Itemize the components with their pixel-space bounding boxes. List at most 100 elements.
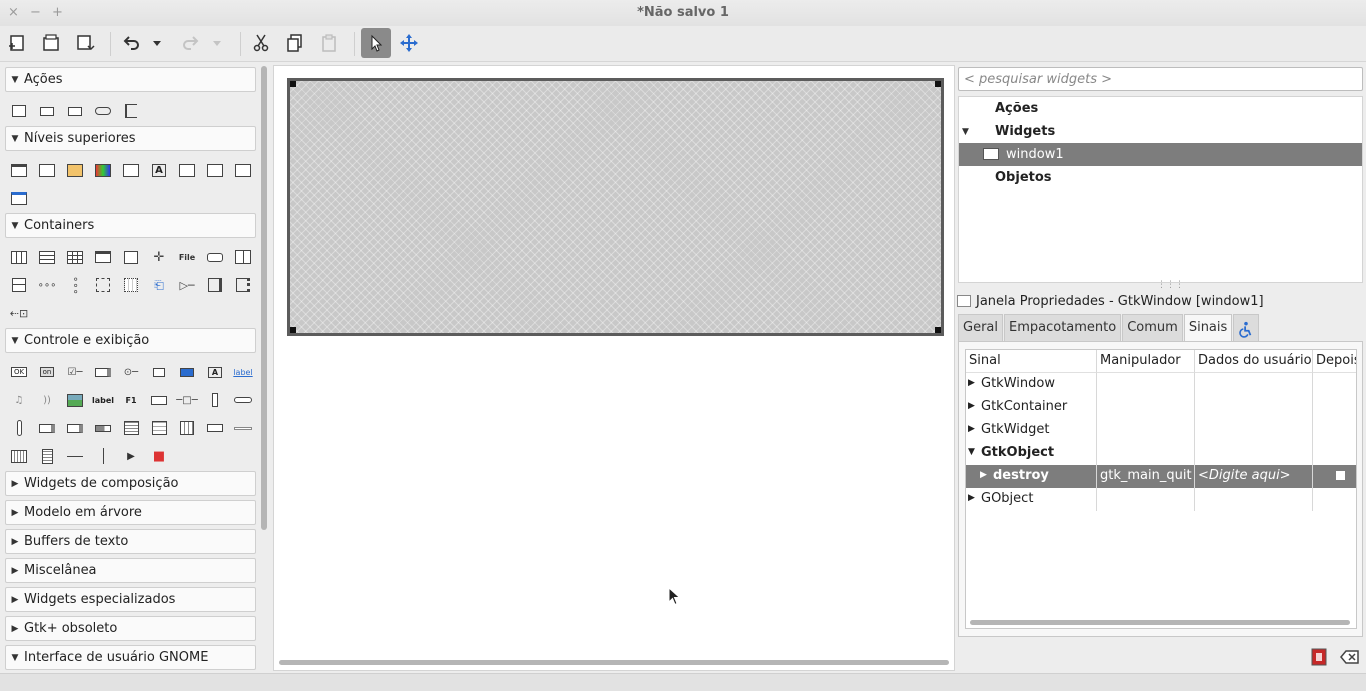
file-chooser-widget-icon[interactable]: File (176, 247, 198, 267)
signal-row-selected[interactable]: ▶ destroy gtk_main_quit <Digite aqui> (966, 465, 1356, 488)
image-widget-icon[interactable] (64, 390, 86, 410)
undo-history-button[interactable] (147, 29, 167, 57)
combo-box-entry-icon[interactable] (64, 418, 86, 438)
palette-group-containers[interactable]: ▼ Containers (5, 213, 256, 238)
tree-item-widgets[interactable]: ▼ Widgets (959, 120, 1362, 143)
fixed-icon[interactable]: ✛ (148, 247, 170, 267)
window1-canvas[interactable] (287, 78, 944, 336)
frame-icon[interactable] (120, 247, 142, 267)
tab-geral[interactable]: Geral (958, 314, 1003, 342)
icon-view-icon[interactable] (176, 418, 198, 438)
button-box-icon[interactable] (204, 247, 226, 267)
recent-action-icon[interactable] (92, 101, 114, 121)
signals-horizontal-scrollbar[interactable] (970, 620, 1350, 625)
signal-row[interactable]: ▶ GtkContainer (966, 396, 1356, 419)
file-chooser-dialog-icon[interactable] (120, 160, 142, 180)
open-button[interactable] (37, 29, 65, 57)
expander-icon[interactable]: ▶ (968, 401, 975, 411)
redo-button[interactable] (177, 29, 205, 57)
signal-row[interactable]: ▶ GObject (966, 488, 1356, 511)
new-button[interactable] (3, 29, 31, 57)
action-group-icon[interactable] (120, 101, 142, 121)
window-widget-icon[interactable] (8, 160, 30, 180)
widget-search-input[interactable]: < pesquisar widgets > (958, 67, 1363, 91)
combo-widget-icon[interactable] (204, 418, 226, 438)
font-dialog-icon[interactable]: A (148, 160, 170, 180)
delete-widget-button[interactable] (1307, 645, 1331, 669)
tree-item-acoes[interactable]: Ações (959, 97, 1362, 120)
color-dialog-icon[interactable] (92, 160, 114, 180)
action-icon[interactable] (8, 101, 30, 121)
hseparator-dots-icon[interactable]: ∘∘∘ (36, 275, 58, 295)
expander-icon[interactable]: ▼ (968, 447, 975, 457)
font-button-icon[interactable]: A (204, 362, 226, 382)
hseparator-line-icon[interactable] (64, 446, 86, 466)
drag-resize-button[interactable] (395, 29, 423, 57)
calendar-icon[interactable] (8, 446, 30, 466)
redo-history-button[interactable] (207, 29, 227, 57)
handler-cell[interactable]: gtk_main_quit (1097, 465, 1195, 488)
event-box-icon[interactable] (232, 275, 254, 295)
undo-button[interactable] (117, 29, 145, 57)
layout-icon[interactable] (120, 275, 142, 295)
hseparator-icon[interactable] (232, 418, 254, 438)
message-dialog-icon[interactable] (204, 160, 226, 180)
about-dialog-icon[interactable] (64, 160, 86, 180)
viewport-icon[interactable] (92, 275, 114, 295)
scale-button-icon[interactable]: ♫ (8, 390, 30, 410)
palette-group-widgets-especializados[interactable]: ▶ Widgets especializados (5, 587, 256, 612)
table-container-icon[interactable] (64, 247, 86, 267)
volume-button-icon[interactable]: )) (36, 390, 58, 410)
column-header-depois[interactable]: Depois (1313, 350, 1356, 373)
column-header-manipulador[interactable]: Manipulador (1097, 350, 1195, 373)
expander-container-icon[interactable]: ▷─ (176, 275, 198, 295)
select-mode-button[interactable] (361, 28, 391, 58)
scrolled-window-icon[interactable] (204, 275, 226, 295)
paste-button[interactable] (315, 29, 343, 57)
tab-sinais[interactable]: Sinais (1183, 314, 1233, 342)
tab-empacotamento[interactable]: Empacotamento (1004, 314, 1122, 342)
file-chooser-button-icon[interactable] (148, 362, 170, 382)
palette-group-gtk-obsoleto[interactable]: ▶ Gtk+ obsoleto (5, 616, 256, 641)
dialog-widget-icon[interactable] (36, 160, 58, 180)
notebook-icon[interactable] (92, 247, 114, 267)
vscale-icon[interactable] (204, 390, 226, 410)
signal-row[interactable]: ▶ GtkWindow (966, 373, 1356, 396)
user-data-cell[interactable]: <Digite aqui> (1195, 465, 1313, 488)
cut-button[interactable] (247, 29, 275, 57)
vseparator-dots-icon[interactable]: ∘∘∘ (64, 275, 86, 295)
save-button[interactable] (71, 29, 99, 57)
palette-scrollbar[interactable] (261, 66, 267, 530)
handle-box-icon[interactable]: ⇠⊡ (8, 303, 30, 323)
copy-button[interactable] (281, 29, 309, 57)
ruler-icon[interactable] (36, 446, 58, 466)
resize-handle-top-left[interactable] (290, 81, 296, 87)
arrow-widget-icon[interactable]: ▶ (120, 446, 142, 466)
pane-grip[interactable]: ⋮⋮⋮ (1157, 280, 1184, 290)
accel-label-icon[interactable]: F1 (120, 390, 142, 410)
drawing-area-icon[interactable]: ■ (148, 446, 170, 466)
button-widget-icon[interactable]: OK (8, 362, 30, 382)
hpaned-icon[interactable] (232, 247, 254, 267)
label-widget-icon[interactable]: label (92, 390, 114, 410)
text-view-icon[interactable] (120, 418, 142, 438)
hscrollbar-icon[interactable] (232, 390, 254, 410)
design-area[interactable] (273, 65, 955, 671)
palette-group-widgets-composicao[interactable]: ▶ Widgets de composição (5, 471, 256, 496)
signal-row[interactable]: ▶ GtkWidget (966, 419, 1356, 442)
radio-action-icon[interactable] (64, 101, 86, 121)
palette-group-buffers-texto[interactable]: ▶ Buffers de texto (5, 529, 256, 554)
clear-button[interactable] (1338, 645, 1362, 669)
link-button-icon[interactable]: label (232, 362, 254, 382)
hbox-icon[interactable] (8, 247, 30, 267)
combo-box-icon[interactable] (36, 418, 58, 438)
design-horizontal-scrollbar[interactable] (279, 660, 949, 665)
expander-icon[interactable]: ▶ (968, 424, 975, 434)
palette-group-modelo-arvore[interactable]: ▶ Modelo em árvore (5, 500, 256, 525)
vpaned-icon[interactable] (8, 275, 30, 295)
hscale-icon[interactable]: ─□─ (176, 390, 198, 410)
toggle-action-icon[interactable] (36, 101, 58, 121)
palette-group-interface-gnome[interactable]: ▼ Interface de usuário GNOME (5, 645, 256, 670)
expander-icon[interactable]: ▶ (980, 470, 987, 480)
vscrollbar-icon[interactable] (8, 418, 30, 438)
